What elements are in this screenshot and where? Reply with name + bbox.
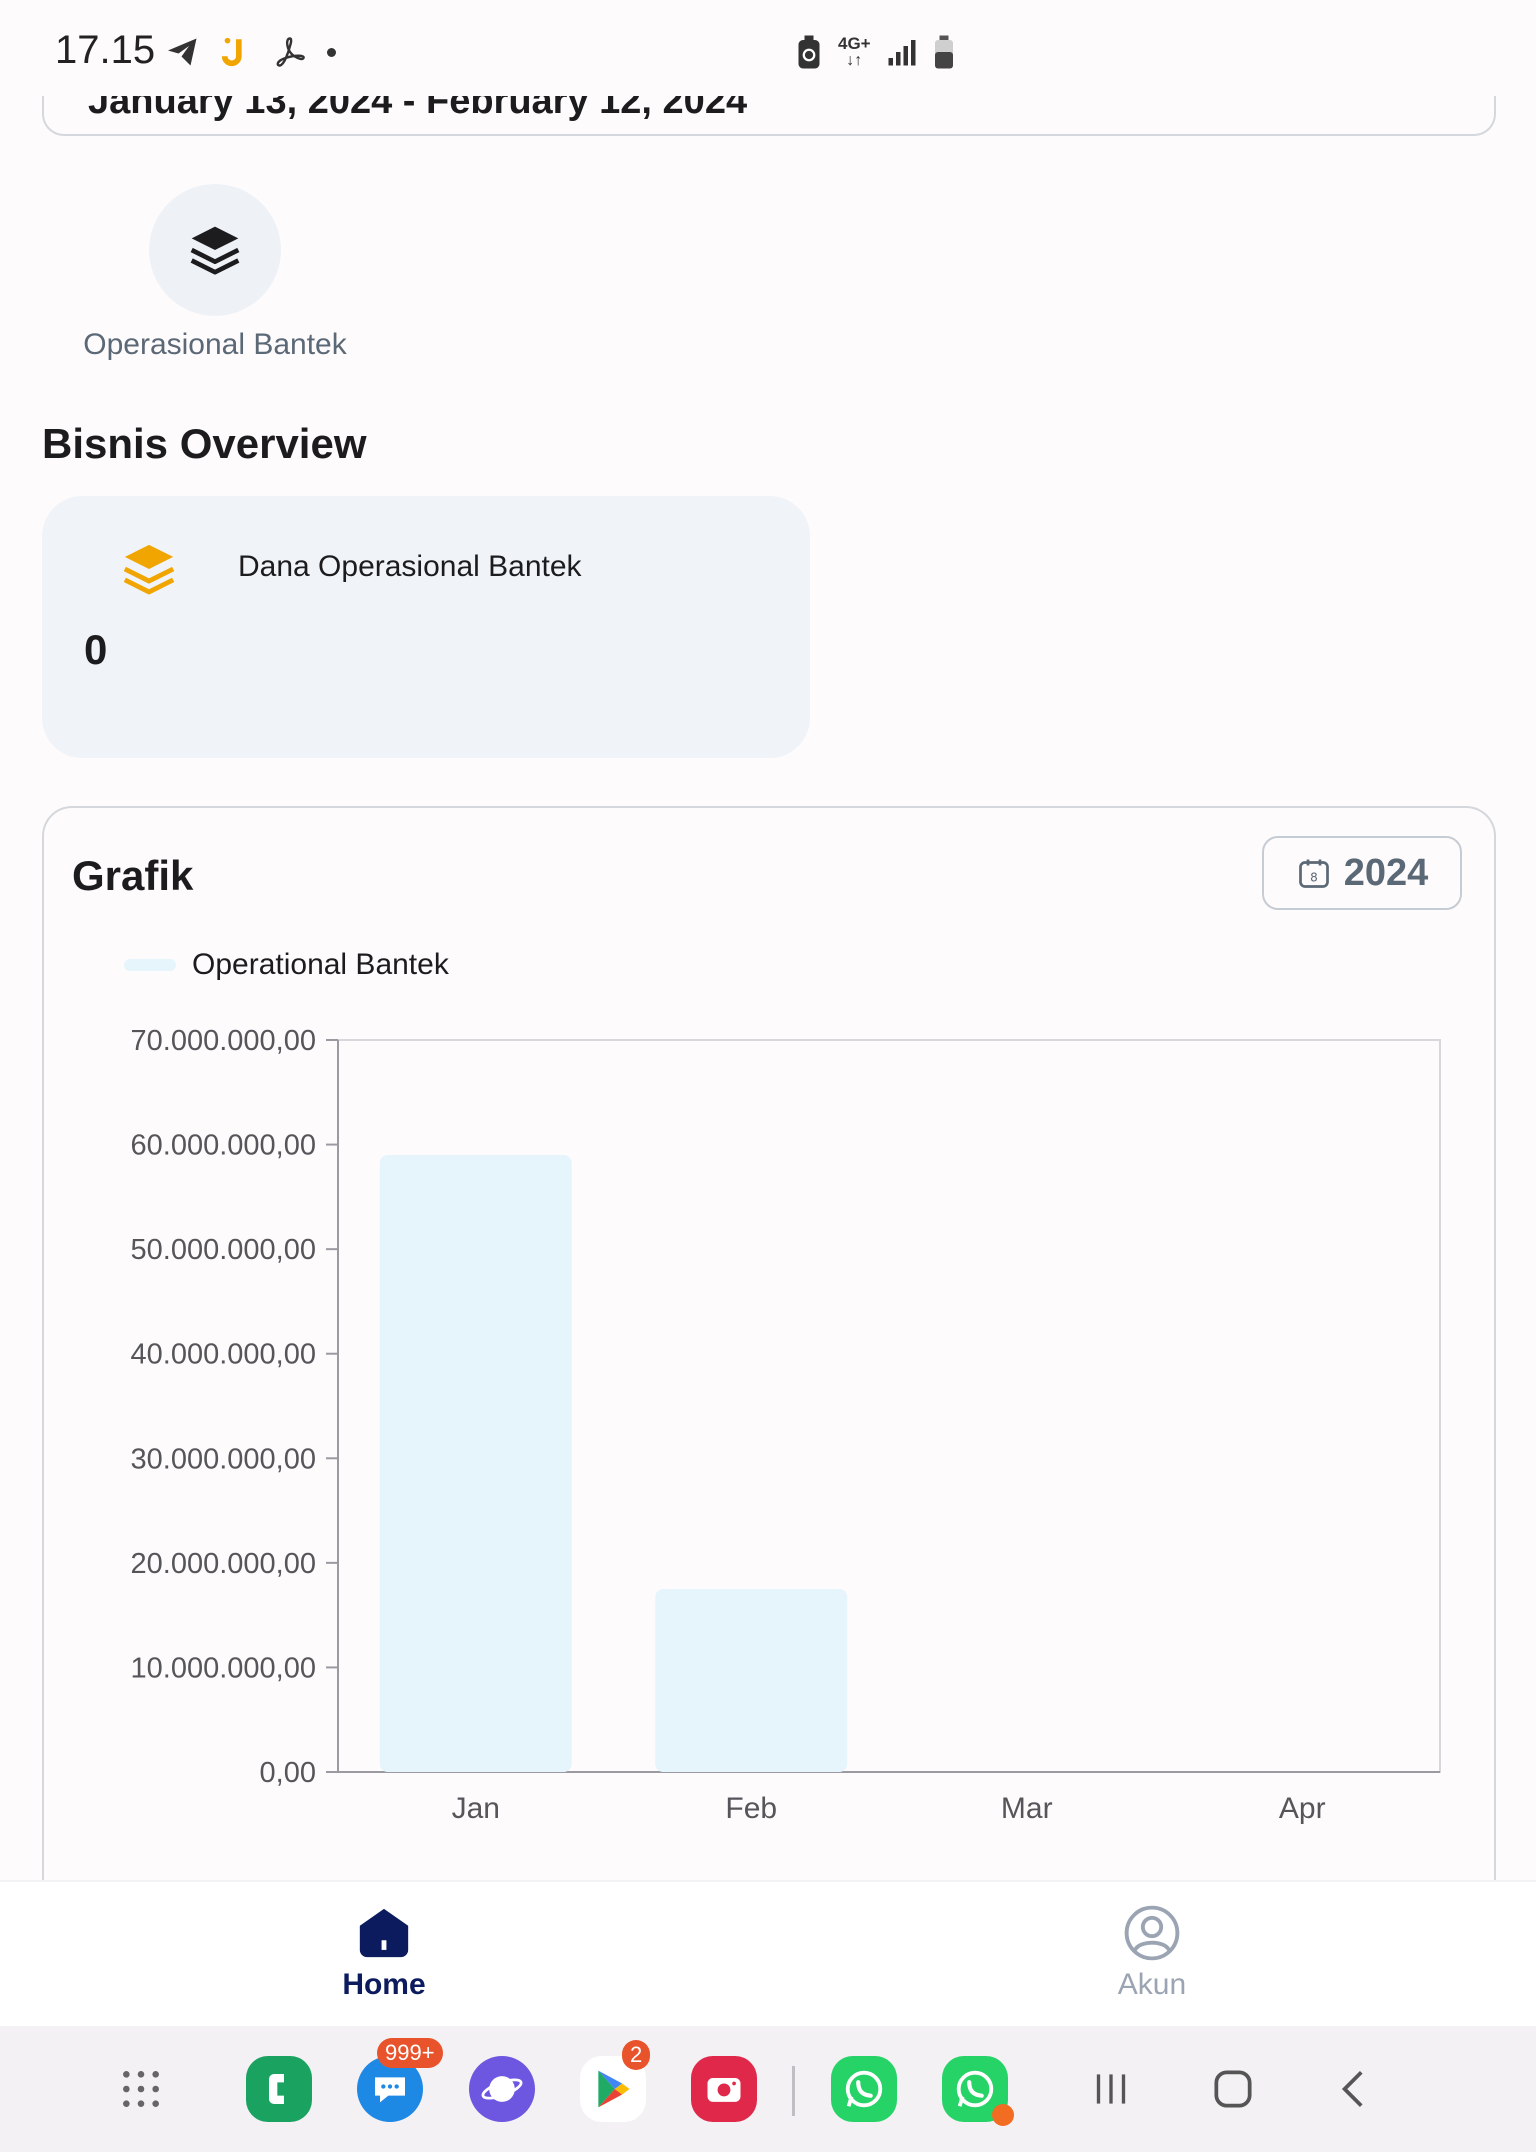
messages-badge: 999+ bbox=[377, 2038, 443, 2068]
overview-value: 0 bbox=[84, 626, 108, 673]
user-circle-icon bbox=[1124, 1905, 1180, 1961]
system-icons: 4G+ ↓↑ bbox=[796, 30, 955, 74]
bar-chart: 0,00 10.000.000,00 20.000.000,00 30.000.000… bbox=[131, 1025, 1441, 1825]
back-chevron-icon bbox=[1341, 2071, 1363, 2107]
y-tick-label: 30.000.000,00 bbox=[131, 1443, 316, 1475]
status-time: 17.15 bbox=[55, 28, 156, 72]
recents-icon bbox=[1096, 2074, 1126, 2104]
phone-icon bbox=[269, 2074, 284, 2104]
x-tick-label: Mar bbox=[1001, 1792, 1053, 1825]
internet-app-icon[interactable] bbox=[469, 2056, 535, 2122]
app-drawer-icon[interactable] bbox=[108, 2056, 174, 2122]
bar-feb bbox=[655, 1589, 848, 1772]
nav-akun[interactable]: Akun bbox=[1052, 1904, 1252, 2002]
pdf-reader-icon bbox=[276, 37, 305, 67]
x-tick-label: Jan bbox=[452, 1792, 500, 1825]
bar-jan bbox=[379, 1155, 572, 1772]
layers-icon bbox=[190, 226, 240, 275]
x-tick-label: Apr bbox=[1279, 1792, 1326, 1825]
x-tick-label: Feb bbox=[725, 1792, 777, 1825]
home-square-icon bbox=[1214, 2070, 1252, 2108]
y-tick-label: 50.000.000,00 bbox=[131, 1234, 316, 1266]
whatsapp-business-icon[interactable] bbox=[942, 2056, 1014, 2126]
section-title-bisnis-overview: Bisnis Overview bbox=[42, 420, 367, 467]
nav-akun-label: Akun bbox=[1117, 1968, 1187, 2001]
bottom-navigation: Home Akun bbox=[0, 1880, 1536, 2028]
grid-dots-icon bbox=[123, 2071, 159, 2107]
telegram-icon bbox=[168, 38, 197, 66]
y-tick-label: 10.000.000,00 bbox=[131, 1652, 316, 1684]
overview-label: Dana Operasional Bantek bbox=[238, 550, 582, 583]
menu-label[interactable]: Operasional Bantek bbox=[70, 328, 360, 362]
play-store-badge: 2 bbox=[622, 2040, 651, 2070]
phone-app-icon[interactable] bbox=[246, 2056, 312, 2122]
android-dock: 999+ 2 bbox=[0, 2026, 1536, 2152]
messages-app-icon[interactable]: 999+ bbox=[357, 2038, 443, 2122]
more-notifications-dot bbox=[327, 47, 336, 57]
chat-icon bbox=[375, 2077, 405, 2103]
y-tick-label: 40.000.000,00 bbox=[131, 1339, 316, 1371]
whatsapp-glyph-icon bbox=[956, 2070, 994, 2108]
y-tick-label: 0,00 bbox=[260, 1757, 316, 1789]
dual-messenger-badge bbox=[992, 2104, 1014, 2126]
network-type: 4G+ ↓↑ bbox=[838, 35, 871, 69]
layers-icon bbox=[123, 544, 175, 595]
menu-operasional-bantek[interactable] bbox=[149, 184, 281, 316]
y-tick-label: 60.000.000,00 bbox=[131, 1130, 316, 1162]
nav-home[interactable]: Home bbox=[284, 1904, 484, 2002]
home-icon bbox=[359, 1908, 409, 1958]
back-button[interactable] bbox=[1330, 2064, 1380, 2114]
data-arrows-icon: ↓↑ bbox=[846, 52, 863, 69]
nav-home-label: Home bbox=[342, 1968, 426, 2001]
y-tick-label: 70.000.000,00 bbox=[131, 1025, 316, 1057]
home-button[interactable] bbox=[1208, 2064, 1258, 2114]
network-type-label: 4G+ bbox=[838, 34, 871, 53]
play-triangle-icon bbox=[598, 2070, 630, 2108]
j-app-icon bbox=[221, 37, 242, 67]
camera-icon bbox=[707, 2078, 741, 2102]
notification-icons bbox=[165, 30, 336, 74]
whatsapp-icon[interactable] bbox=[831, 2056, 897, 2122]
whatsapp-glyph-icon bbox=[845, 2070, 883, 2108]
y-tick-label: 20.000.000,00 bbox=[131, 1548, 316, 1580]
dock-divider bbox=[792, 2066, 795, 2116]
battery-saver-icon bbox=[798, 35, 820, 69]
signal-icon bbox=[888, 40, 916, 66]
planet-icon bbox=[481, 2076, 523, 2102]
battery-icon bbox=[934, 35, 953, 69]
status-bar: 17.15 4G+ ↓↑ bbox=[0, 0, 1536, 96]
grafik-card: Grafik 8 2024 Operational Bantek 0,00 10.… bbox=[42, 806, 1496, 1908]
recent-apps-button[interactable] bbox=[1086, 2064, 1136, 2114]
camera-app-icon[interactable] bbox=[691, 2056, 757, 2122]
overview-card[interactable]: Dana Operasional Bantek 0 bbox=[42, 496, 810, 758]
play-store-icon[interactable]: 2 bbox=[580, 2040, 651, 2122]
